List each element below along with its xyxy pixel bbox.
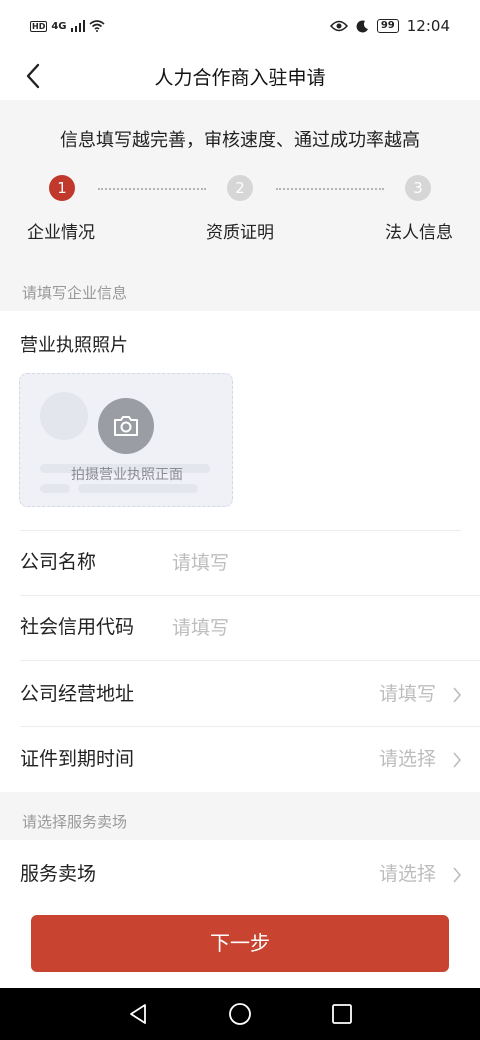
company-name-label: 公司名称 (20, 551, 97, 573)
page-title: 人力合作商入驻申请 (154, 66, 326, 89)
battery-icon: 99 (376, 19, 399, 33)
network-type: 4G (51, 20, 67, 32)
expiry-value: 请选择 (378, 748, 436, 770)
chevron-left-icon[interactable] (22, 62, 46, 90)
expiry-row[interactable]: 证件到期时间 请选择 (0, 727, 480, 792)
company-name-input[interactable] (172, 546, 452, 580)
credit-code-input[interactable] (172, 611, 452, 645)
clock: 12:04 (406, 17, 450, 35)
upload-hint: 拍摄营业执照正面 (71, 467, 183, 483)
license-upload-box[interactable]: 拍摄营业执照正面 (19, 373, 233, 507)
placeholder-avatar (40, 392, 88, 440)
signal-icon (70, 20, 85, 32)
recents-square-icon[interactable] (330, 1002, 354, 1026)
eye-icon (329, 20, 348, 32)
address-value: 请填写 (378, 683, 436, 705)
step-3-label: 法人信息 (385, 223, 453, 243)
step-1-label: 企业情况 (27, 223, 95, 243)
progress-tip: 信息填写越完善，审核速度、通过成功率越高 (60, 130, 420, 151)
address-label: 公司经营地址 (20, 683, 135, 705)
placeholder-bar (40, 484, 70, 493)
service-venue-row[interactable]: 服务卖场 请选择 (0, 842, 480, 907)
section-header-company: 请填写企业信息 (0, 268, 480, 311)
moon-icon (356, 19, 368, 32)
nav-bar: 人力合作商入驻申请 (0, 52, 480, 100)
status-right: 99 12:04 (329, 17, 450, 35)
service-venue-label: 服务卖场 (20, 863, 97, 885)
address-row[interactable]: 公司经营地址 请填写 (0, 662, 480, 727)
step-2-indicator: 2 (227, 175, 253, 201)
progress-stepper: 信息填写越完善，审核速度、通过成功率越高 1 2 3 企业情况 资质证明 法人信… (0, 100, 480, 268)
chevron-right-icon (453, 687, 462, 703)
system-nav-bar (0, 988, 480, 1040)
home-circle-icon[interactable] (228, 1002, 252, 1026)
placeholder-bar (78, 484, 198, 493)
next-step-button[interactable]: 下一步 (31, 915, 449, 972)
service-venue-value: 请选择 (378, 863, 436, 885)
credit-code-row: 社会信用代码 (0, 595, 480, 660)
camera-icon[interactable] (98, 398, 154, 454)
wifi-icon (88, 20, 105, 32)
status-left: HD 4G (30, 20, 105, 32)
chevron-right-icon (453, 867, 462, 883)
divider (20, 660, 480, 661)
step-connector (98, 188, 206, 190)
step-2-label: 资质证明 (206, 223, 274, 243)
expiry-label: 证件到期时间 (20, 748, 135, 770)
chevron-right-icon (453, 752, 462, 768)
status-bar: HD 4G 99 12:04 (0, 0, 480, 52)
company-name-row: 公司名称 (0, 530, 480, 595)
back-triangle-icon[interactable] (126, 1002, 150, 1026)
section-header-service: 请选择服务卖场 (0, 792, 480, 840)
step-3-indicator: 3 (405, 175, 431, 201)
credit-code-label: 社会信用代码 (20, 616, 135, 638)
step-connector (276, 188, 384, 190)
hd-indicator: HD (30, 20, 48, 32)
license-photo-label: 营业执照照片 (20, 335, 128, 356)
step-1-indicator: 1 (49, 175, 75, 201)
